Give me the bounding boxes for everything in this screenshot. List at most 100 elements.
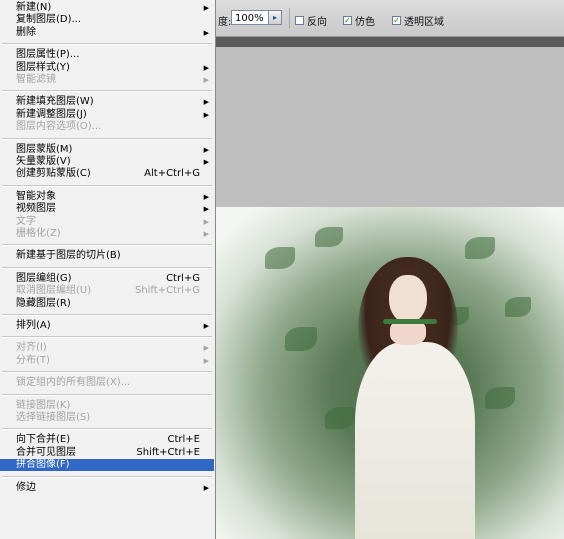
menu-item-label: 智能滤镜	[16, 74, 56, 85]
menu-item[interactable]: 图层编组(G) Ctrl+G	[0, 273, 214, 285]
menu-item-label: 链接图层(K)	[16, 399, 71, 411]
opacity-dropdown-arrow-icon[interactable]: ▸	[268, 10, 282, 25]
checkbox-box[interactable]: ✓	[343, 16, 352, 25]
menu-divider	[2, 244, 212, 247]
menu-item-label: 新建(N)	[16, 2, 52, 13]
ivy-leaf	[485, 387, 515, 409]
dither-checkbox[interactable]: ✓ 仿色	[343, 13, 375, 28]
menu-item[interactable]: 创建剪贴蒙版(C) Alt+Ctrl+G	[0, 168, 214, 180]
menu-item-label: 新建基于图层的切片(B)	[16, 250, 121, 262]
submenu-arrow-icon: ▶	[203, 63, 209, 72]
workspace-strip	[210, 37, 564, 47]
menu-item[interactable]: 新建(N) ▶	[0, 2, 214, 14]
menu-item[interactable]: 智能对象 ▶	[0, 191, 214, 203]
menu-divider	[2, 90, 212, 93]
menu-divider	[2, 336, 212, 339]
opacity-input[interactable]: 100%	[231, 10, 271, 25]
menu-item-label: 合并可见图层	[16, 446, 76, 458]
menu-item-label: 创建剪贴蒙版(C)	[16, 168, 91, 180]
menu-item-label: 分布(T)	[16, 354, 50, 366]
submenu-arrow-icon: ▶	[203, 356, 209, 365]
menu-divider	[2, 137, 212, 140]
menu-shortcut: Ctrl+E	[167, 434, 201, 446]
menu-item[interactable]: 图层属性(P)...	[0, 49, 214, 61]
menu-item-label: 图层蒙版(M)	[16, 143, 73, 155]
menu-divider	[2, 475, 212, 478]
menu-item-label: 复制图层(D)...	[16, 14, 82, 26]
menu-item: 对齐(I) ▶	[0, 342, 214, 354]
menu-item: 取消图层编组(U) Shift+Ctrl+G	[0, 285, 214, 297]
ivy-leaf	[505, 297, 531, 317]
ivy-leaf	[465, 237, 495, 259]
submenu-arrow-icon: ▶	[203, 344, 209, 353]
menu-item-label: 选择链接图层(S)	[16, 412, 91, 423]
reverse-checkbox[interactable]: 反向	[295, 13, 327, 28]
menu-divider	[2, 184, 212, 187]
menu-item[interactable]: 矢量蒙版(V) ▶	[0, 156, 214, 168]
menu-item[interactable]: 视频图层 ▶	[0, 203, 214, 215]
layer-context-menu: 新建(N) ▶ 复制图层(D)... 删除 ▶ 图层属性(P)... 图层样式(Y) ▶ 智能滤…	[0, 0, 216, 539]
menu-item[interactable]: 新建填充图层(W) ▶	[0, 96, 214, 108]
submenu-arrow-icon: ▶	[203, 98, 209, 107]
checkbox-label: 透明区域	[404, 17, 444, 28]
submenu-arrow-icon: ▶	[203, 158, 209, 166]
menu-item[interactable]: 拼合图像(F)	[0, 459, 214, 472]
menu-item-label: 拼合图像(F)	[16, 459, 70, 471]
menu-item-label: 删除	[16, 26, 36, 38]
menu-item: 选择链接图层(S)	[0, 412, 214, 424]
menu-item[interactable]: 新建基于图层的切片(B)	[0, 250, 214, 262]
canvas-photo[interactable]	[205, 207, 564, 539]
woman-dress	[355, 342, 475, 539]
submenu-arrow-icon: ▶	[203, 322, 209, 330]
menu-divider	[2, 266, 212, 269]
menu-item-label: 栅格化(Z)	[16, 228, 61, 239]
menu-item-label: 智能对象	[16, 190, 56, 202]
submenu-arrow-icon: ▶	[203, 28, 209, 37]
submenu-arrow-icon: ▶	[203, 230, 209, 238]
checkbox-label: 反向	[307, 17, 327, 28]
menu-item[interactable]: 排列(A) ▶	[0, 320, 214, 332]
menu-item[interactable]: 图层样式(Y) ▶	[0, 62, 214, 74]
transparency-checkbox[interactable]: ✓ 透明区域	[392, 13, 444, 28]
menu-item-label: 修边	[16, 481, 36, 493]
menu-item[interactable]: 新建调整图层(J) ▶	[0, 109, 214, 121]
menu-item[interactable]: 图层蒙版(M) ▶	[0, 144, 214, 156]
checkbox-box[interactable]	[295, 16, 304, 25]
ivy-leaf	[325, 407, 355, 429]
menu-divider	[2, 314, 212, 316]
menu-item[interactable]: 合并可见图层 Shift+Ctrl+E	[0, 447, 214, 459]
submenu-arrow-icon: ▶	[203, 217, 209, 226]
checkbox-box[interactable]: ✓	[392, 16, 401, 25]
menu-item: 文字 ▶	[0, 216, 214, 228]
menu-shortcut: Shift+Ctrl+G	[134, 285, 200, 297]
submenu-arrow-icon: ▶	[203, 483, 209, 492]
ivy-leaf	[265, 247, 295, 269]
menu-item-label: 视频图层	[16, 203, 56, 215]
menu-item: 栅格化(Z) ▶	[0, 228, 214, 240]
menu-item[interactable]: 向下合并(E) Ctrl+E	[0, 434, 214, 446]
menu-item-label: 锁定组内的所有图层(X)...	[16, 377, 131, 389]
menu-item-label: 图层样式(Y)	[16, 61, 70, 73]
menu-shortcut: Alt+Ctrl+G	[144, 168, 200, 180]
menu-item-label: 向下合并(E)	[16, 434, 71, 446]
menu-item-label: 图层编组(G)	[16, 272, 72, 284]
woman-face	[389, 275, 427, 323]
menu-divider	[2, 43, 212, 46]
menu-item[interactable]: 隐藏图层(R)	[0, 298, 214, 310]
opacity-label: 度:	[218, 17, 232, 28]
menu-item-label: 新建填充图层(W)	[16, 96, 94, 108]
menu-shortcut: Shift+Ctrl+E	[136, 446, 200, 458]
menu-item-label: 矢量蒙版(V)	[16, 156, 71, 167]
menu-divider	[2, 428, 212, 431]
menu-item-label: 对齐(I)	[16, 342, 47, 354]
menu-shortcut: Ctrl+G	[166, 272, 200, 284]
submenu-arrow-icon: ▶	[203, 205, 209, 214]
submenu-arrow-icon: ▶	[203, 145, 209, 154]
menu-item[interactable]: 修边 ▶	[0, 482, 214, 494]
menu-item[interactable]: 复制图层(D)...	[0, 14, 214, 26]
menu-item[interactable]: 删除 ▶	[0, 27, 214, 39]
menu-item-label: 图层属性(P)...	[16, 49, 80, 61]
menu-item-label: 文字	[16, 215, 36, 227]
green-flute	[383, 319, 437, 324]
menu-item-label: 新建调整图层(J)	[16, 108, 87, 120]
